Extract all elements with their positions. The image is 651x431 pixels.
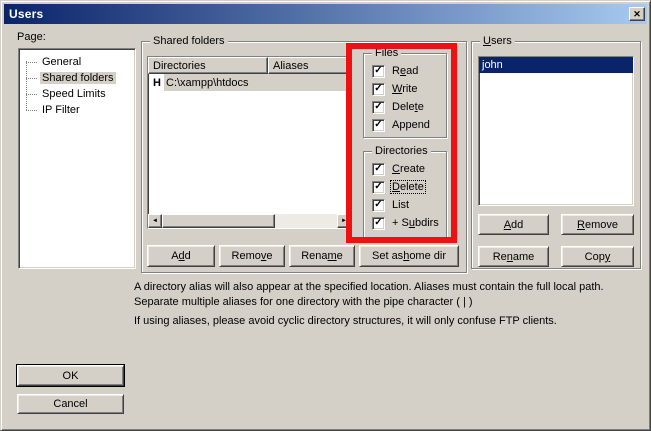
users-list: john	[478, 56, 634, 206]
user-item-john[interactable]: john	[479, 57, 633, 73]
tree-line	[26, 78, 37, 79]
title-bar: Users ✕	[4, 4, 647, 24]
tree-line	[26, 110, 37, 111]
scroll-left-button[interactable]: ◄	[148, 214, 162, 228]
scrollbar-thumb[interactable]	[162, 214, 275, 228]
checkbox-row-delete-dirs[interactable]: ✓ Delete	[372, 180, 425, 194]
table-row[interactable]: H C:\xampp\htdocs	[148, 74, 351, 91]
window-title: Users	[9, 7, 43, 21]
page-list: General Shared folders Speed Limits IP F…	[18, 48, 136, 269]
folder-remove-button[interactable]: Remove	[219, 245, 285, 267]
delete-files-checkbox[interactable]: ✓	[372, 101, 385, 114]
users-group-label: Users	[480, 35, 515, 47]
column-header-directories[interactable]: Directories	[148, 57, 268, 74]
tree-line	[26, 62, 37, 63]
page-item-general[interactable]: General	[19, 54, 135, 70]
scrollbar-track[interactable]	[275, 214, 337, 228]
alias-note: A directory alias will also appear at th…	[134, 280, 639, 310]
folder-add-button[interactable]: Add	[147, 245, 215, 267]
user-remove-button[interactable]: Remove	[561, 214, 634, 235]
column-header-aliases[interactable]: Aliases	[268, 57, 351, 74]
shared-folders-group-label: Shared folders	[150, 35, 228, 47]
files-permissions-group: Files ✓ Read ✓ Write ✓ Delete ✓ Append	[363, 53, 447, 138]
user-rename-button[interactable]: Rename	[478, 246, 549, 267]
checkbox-row-delete-files[interactable]: ✓ Delete	[372, 100, 425, 114]
write-checkbox[interactable]: ✓	[372, 83, 385, 96]
list-checkbox[interactable]: ✓	[372, 199, 385, 212]
tree-line	[26, 94, 37, 95]
checkbox-row-create[interactable]: ✓ Create	[372, 162, 426, 176]
checkbox-row-read[interactable]: ✓ Read	[372, 64, 419, 78]
scroll-left-icon: ◄	[152, 218, 158, 224]
directory-cell: C:\xampp\htdocs	[164, 74, 351, 91]
delete-dirs-checkbox[interactable]: ✓	[372, 181, 385, 194]
set-as-home-dir-button[interactable]: Set as home dir	[359, 245, 459, 267]
cyclic-note: If using aliases, please avoid cyclic di…	[134, 314, 639, 329]
table-empty-area	[148, 91, 351, 214]
user-copy-button[interactable]: Copy	[561, 246, 634, 267]
horizontal-scrollbar[interactable]: ◄ ►	[148, 214, 351, 228]
create-checkbox[interactable]: ✓	[372, 163, 385, 176]
page-label: Page:	[17, 31, 46, 43]
checkbox-row-list[interactable]: ✓ List	[372, 198, 410, 212]
checkbox-row-subdirs[interactable]: ✓ + Subdirs	[372, 216, 440, 230]
checkbox-row-append[interactable]: ✓ Append	[372, 118, 431, 132]
checkbox-row-write[interactable]: ✓ Write	[372, 82, 418, 96]
append-checkbox[interactable]: ✓	[372, 119, 385, 132]
home-marker: H	[148, 77, 164, 89]
page-item-speed-limits[interactable]: Speed Limits	[19, 86, 135, 102]
directories-permissions-group: Directories ✓ Create ✓ Delete ✓ List ✓ +…	[363, 151, 447, 238]
shared-folders-table: Directories Aliases H C:\xampp\htdocs ◄ …	[147, 56, 352, 229]
folder-rename-button[interactable]: Rename	[289, 245, 355, 267]
files-group-label: Files	[372, 47, 401, 59]
user-add-button[interactable]: Add	[478, 214, 549, 235]
subdirs-checkbox[interactable]: ✓	[372, 217, 385, 230]
page-item-ip-filter[interactable]: IP Filter	[19, 102, 135, 118]
scroll-right-button[interactable]: ►	[337, 214, 351, 228]
ok-button[interactable]: OK	[17, 365, 124, 386]
table-header: Directories Aliases	[148, 57, 351, 74]
page-item-shared-folders[interactable]: Shared folders	[19, 70, 135, 86]
scroll-right-icon: ►	[341, 218, 347, 224]
users-dialog: Users ✕ Page: General Shared folders Spe…	[0, 0, 651, 431]
close-button[interactable]: ✕	[629, 7, 645, 21]
directories-group-label: Directories	[372, 145, 431, 157]
cancel-button[interactable]: Cancel	[17, 394, 124, 414]
read-checkbox[interactable]: ✓	[372, 65, 385, 78]
close-icon: ✕	[633, 10, 641, 19]
